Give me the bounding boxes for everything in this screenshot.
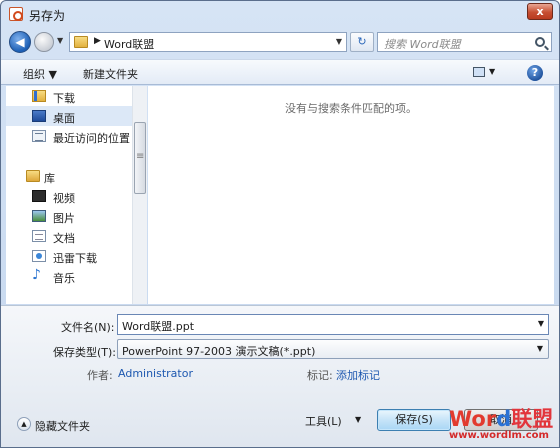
sidebar-item-music[interactable]: 音乐 [6,266,132,286]
navigation-scrollbar[interactable] [132,86,147,304]
wordlm-watermark: Word联盟 www.wordlm.com [447,403,559,447]
tags-label: 标记: [307,369,333,382]
sidebar-item-xunlei-downloads[interactable]: 迅雷下载 [6,246,132,266]
sidebar-item-libraries[interactable]: 库 [6,166,132,186]
sidebar-item-label: 迅雷下载 [53,252,97,265]
sidebar-item-label: 图片 [53,212,75,225]
command-toolbar: 组织 ▼ 新建文件夹 ▼ ? [1,59,559,85]
organize-menu-button[interactable]: 组织 ▼ [23,66,57,82]
navigation-row: ◀ ▼ ▶ Word联盟 ▼ ↻ 搜索 Word联盟 [1,27,559,57]
sidebar-item-label: 下载 [53,92,75,105]
recent-places-icon [32,130,46,142]
sidebar-item-downloads[interactable]: 下载 [6,86,132,106]
sidebar-item-pictures[interactable]: 图片 [6,206,132,226]
empty-results-message: 没有与搜索条件匹配的项。 [285,102,417,115]
documents-icon [32,230,46,242]
filetype-select[interactable]: PowerPoint 97-2003 演示文稿(*.ppt) ▼ [117,339,549,359]
sidebar-item-label: 最近访问的位置 [53,132,130,145]
videos-icon [32,190,46,202]
save-button[interactable]: 保存(S) [377,409,451,431]
address-bar[interactable]: ▶ Word联盟 ▼ [69,32,347,52]
change-view-button[interactable]: ▼ [473,65,499,81]
author-label: 作者: [87,369,113,382]
folder-icon [74,36,88,48]
breadcrumb-current-folder[interactable]: Word联盟 [104,36,154,52]
pictures-icon [32,210,46,222]
sidebar-item-label: 库 [44,172,55,185]
help-button[interactable]: ? [527,65,543,81]
tools-label: 工具(L) [305,415,342,428]
sidebar-item-label: 文档 [53,232,75,245]
sidebar-item-videos[interactable]: 视频 [6,186,132,206]
forward-button[interactable] [34,32,54,52]
back-button[interactable]: ◀ [9,31,31,53]
search-placeholder: 搜索 Word联盟 [384,38,461,51]
recent-pages-dropdown[interactable]: ▼ [57,36,63,45]
dialog-title: 另存为 [29,9,66,23]
views-dropdown-icon[interactable]: ▼ [489,67,495,76]
libraries-icon [26,170,40,182]
sidebar-item-desktop[interactable]: 桌面 [6,106,132,126]
tools-menu-button[interactable]: 工具(L) ▼ [301,409,369,431]
watermark-logo: Word联盟 [449,407,554,431]
address-dropdown-icon[interactable]: ▼ [336,37,342,46]
title-bar: 另存为 x [1,1,559,27]
powerpoint-app-icon [9,7,23,21]
filetype-dropdown-icon[interactable]: ▼ [537,344,543,353]
author-field[interactable]: Administrator [118,367,193,380]
watermark-url: www.wordlm.com [449,430,549,441]
filetype-value: PowerPoint 97-2003 演示文稿(*.ppt) [122,345,316,358]
sidebar-item-recent-places[interactable]: 最近访问的位置 [6,126,132,146]
filename-dropdown-icon[interactable]: ▼ [538,319,544,328]
scrollbar-thumb[interactable] [134,122,146,194]
xunlei-download-icon [32,250,46,262]
collapse-arrow-icon: ▲ [17,417,31,431]
views-icon [473,67,485,77]
new-folder-button[interactable]: 新建文件夹 [83,66,138,82]
desktop-icon [32,110,46,122]
close-button[interactable]: x [527,3,553,20]
sidebar-item-label: 音乐 [53,272,75,285]
sidebar-item-label: 视频 [53,192,75,205]
search-input[interactable]: 搜索 Word联盟 [377,32,552,52]
filetype-label: 保存类型(T): [53,346,117,359]
tags-field[interactable]: 添加标记 [336,367,380,383]
save-as-dialog: 另存为 x ◀ ▼ ▶ Word联盟 ▼ ↻ 搜索 Word联盟 组织 ▼ 新建… [0,0,560,448]
file-list[interactable]: 没有与搜索条件匹配的项。 [148,86,554,304]
sidebar-item-label: 桌面 [53,112,75,125]
filename-value[interactable]: Word联盟.ppt [122,318,194,334]
search-icon[interactable] [535,37,545,47]
breadcrumb-chevron-icon[interactable]: ▶ [94,36,101,46]
sidebar-item-documents[interactable]: 文档 [6,226,132,246]
filename-input[interactable]: Word联盟.ppt ▼ [117,314,549,335]
filename-label: 文件名(N): [61,321,115,334]
downloads-icon [32,90,46,102]
tools-dropdown-icon: ▼ [355,415,362,424]
refresh-button[interactable]: ↻ [350,32,374,52]
music-icon [32,267,42,283]
hide-folders-label: 隐藏文件夹 [35,420,90,433]
navigation-pane: 下载 桌面 最近访问的位置 库 视频 图片 文档 迅雷下载 ♪ 音乐 ≡ [6,86,147,304]
